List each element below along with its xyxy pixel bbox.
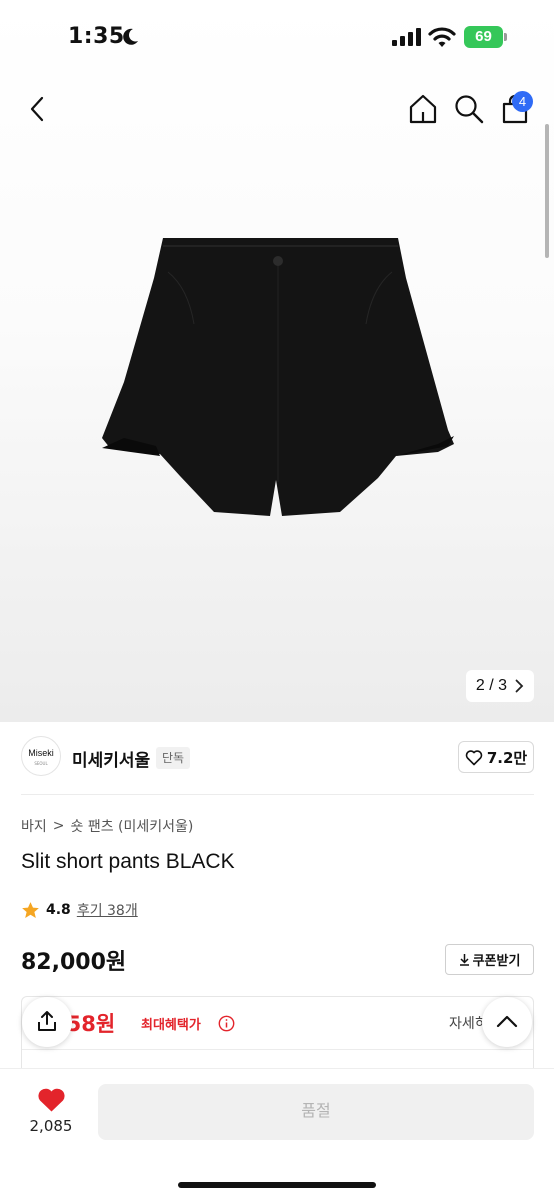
heart-filled-icon[interactable] (37, 1087, 66, 1113)
chevron-up-icon (496, 1015, 518, 1028)
rating-value: 4.8 (46, 902, 71, 918)
benefit-divider (22, 1049, 533, 1050)
review-count-link[interactable]: 후기 38개 (77, 900, 138, 920)
brand-name[interactable]: 미세키서울 (72, 746, 150, 771)
sold-out-button[interactable]: 품절 (98, 1084, 534, 1140)
moon-icon (123, 28, 138, 45)
battery-cap (504, 33, 507, 41)
breadcrumb: 바지 > 숏 팬츠 (미세키서울) (21, 816, 193, 836)
rating-row: 4.8 후기 38개 (21, 900, 138, 920)
image-counter-separator: / (489, 677, 494, 694)
back-arrow-icon[interactable] (22, 92, 56, 126)
brand-like-count: 7.2만 (486, 748, 528, 767)
search-icon[interactable] (452, 92, 486, 126)
cellular-signal-icon (392, 28, 421, 46)
home-icon[interactable] (406, 92, 440, 126)
brand-logo[interactable]: Miseki SEOUL (21, 736, 61, 776)
brand-logo-subtext: SEOUL (34, 761, 48, 766)
scroll-indicator (545, 124, 549, 258)
wifi-icon (428, 27, 456, 47)
product-price: 82,000원 (21, 950, 127, 975)
image-counter-current: 2 (475, 677, 485, 694)
battery-icon: 69 (464, 26, 508, 48)
status-bar: 1:35 69 (0, 0, 554, 76)
breadcrumb-subcategory[interactable]: 숏 팬츠 (미세키서울) (71, 816, 194, 836)
max-benefit-label: 최대혜택가 (141, 1018, 201, 1033)
info-icon[interactable] (218, 1015, 235, 1032)
download-icon (459, 954, 469, 966)
exclusive-badge: 단독 (156, 747, 191, 769)
coupon-label: 쿠폰받기 (472, 954, 521, 969)
product-image-shorts (102, 238, 454, 516)
scroll-to-top-button[interactable] (482, 997, 532, 1047)
product-title: Slit short pants BLACK (21, 850, 235, 873)
heart-outline-icon (465, 749, 483, 765)
brand-like-button[interactable]: 7.2만 (458, 741, 534, 773)
home-indicator (178, 1182, 376, 1188)
star-icon (22, 901, 39, 918)
image-counter-total: 3 (498, 677, 508, 694)
coupon-download-button[interactable]: 쿠폰받기 (445, 944, 534, 975)
brand-logo-text: Miseki (28, 748, 54, 758)
section-divider (21, 794, 534, 795)
status-time: 1:35 (68, 24, 125, 49)
share-button[interactable] (22, 997, 72, 1047)
cart-count-badge: 4 (512, 91, 533, 112)
chevron-right-icon (515, 679, 524, 693)
breadcrumb-category[interactable]: 바지 (21, 816, 47, 836)
breadcrumb-separator: > (52, 818, 65, 834)
battery-percent: 69 (475, 28, 492, 45)
image-counter[interactable]: 2 / 3 (466, 670, 534, 702)
image-counter-label: 2 / 3 (476, 677, 507, 695)
wish-count: 2,085 (29, 1117, 73, 1135)
share-icon (38, 1011, 56, 1031)
